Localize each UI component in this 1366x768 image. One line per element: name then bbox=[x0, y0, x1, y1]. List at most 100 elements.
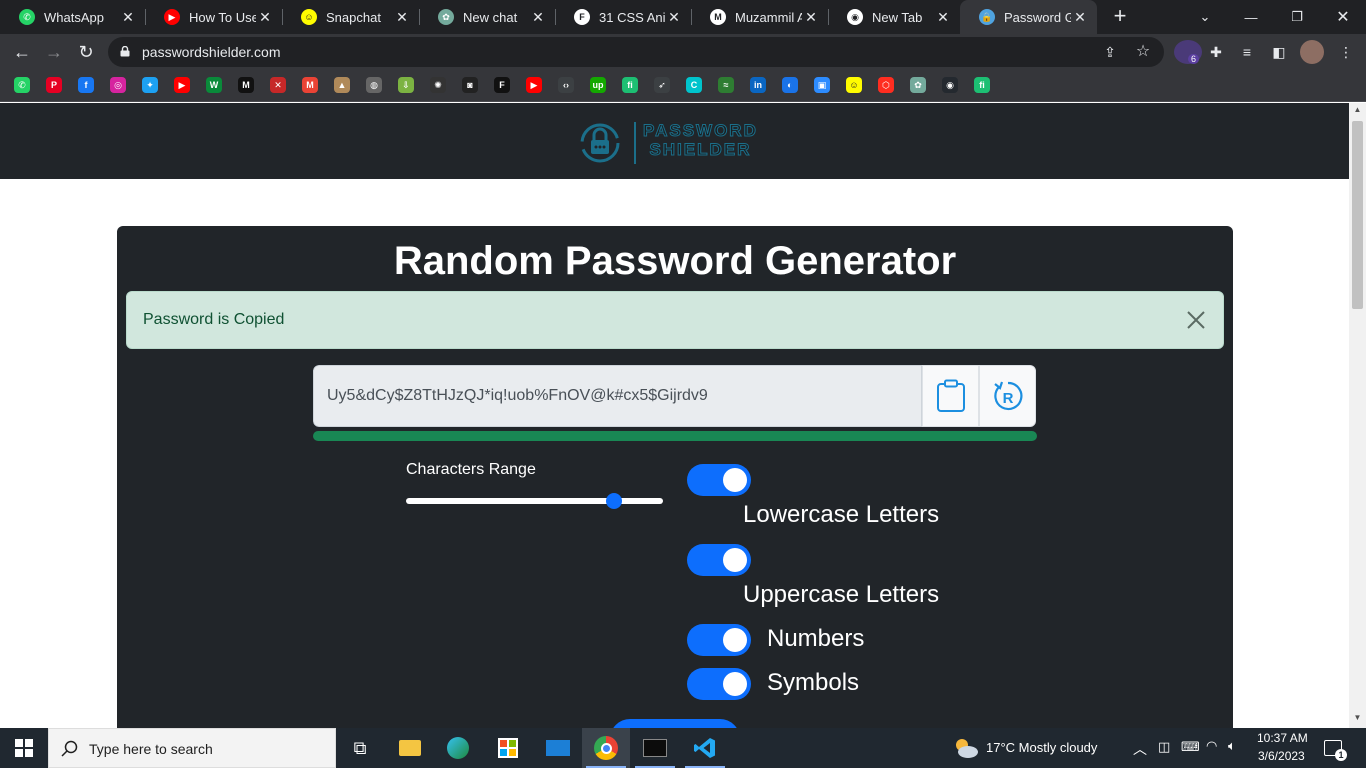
fiverr2-bookmark-icon[interactable]: fi bbox=[974, 77, 990, 93]
extensions-icon[interactable]: ✚ bbox=[1204, 40, 1228, 64]
meet-now-icon[interactable]: ◫ bbox=[1158, 739, 1170, 755]
terminal-icon[interactable] bbox=[631, 728, 679, 768]
f-bookmark-icon[interactable]: F bbox=[494, 77, 510, 93]
instagram-bookmark-icon[interactable]: ◎ bbox=[110, 77, 126, 93]
wheel-bookmark-icon[interactable]: ✺ bbox=[430, 77, 446, 93]
side-panel-icon[interactable]: ◧ bbox=[1267, 40, 1291, 64]
fiverr-bookmark-icon[interactable]: fi bbox=[622, 77, 638, 93]
tab-close-icon[interactable]: ✕ bbox=[256, 9, 274, 26]
tab-search-chevron-icon[interactable]: ⌄ bbox=[1182, 0, 1228, 34]
youtube-bookmark-icon[interactable]: ▶ bbox=[174, 77, 190, 93]
tab[interactable]: ✆ WhatsApp ✕ bbox=[0, 0, 145, 34]
edge-icon[interactable] bbox=[434, 728, 482, 768]
facebook-bookmark-icon[interactable]: f bbox=[78, 77, 94, 93]
taskbar-search-box[interactable]: Type here to search bbox=[48, 728, 336, 768]
input-language-icon[interactable]: ⌨ bbox=[1181, 739, 1200, 755]
characters-range-slider[interactable] bbox=[406, 493, 663, 509]
vscode-icon[interactable] bbox=[681, 728, 729, 768]
code-bookmark-icon[interactable]: ‹› bbox=[558, 77, 574, 93]
share-icon[interactable]: ⇪ bbox=[1100, 42, 1120, 62]
tab-close-icon[interactable]: ✕ bbox=[802, 9, 820, 26]
tab-close-icon[interactable]: ✕ bbox=[665, 9, 683, 26]
bookmark-star-icon[interactable]: ☆ bbox=[1133, 42, 1153, 62]
download-bookmark-icon[interactable]: ⇩ bbox=[398, 77, 414, 93]
canva-bookmark-icon[interactable]: C bbox=[686, 77, 702, 93]
maximize-button[interactable]: ❐ bbox=[1274, 0, 1320, 34]
lock-icon[interactable] bbox=[120, 46, 130, 57]
scrollbar-thumb[interactable] bbox=[1352, 121, 1363, 309]
media-control-icon[interactable]: ≡ bbox=[1235, 40, 1259, 64]
tab-close-icon[interactable]: ✕ bbox=[393, 9, 411, 26]
profile-avatar[interactable] bbox=[1300, 40, 1324, 64]
tab-close-icon[interactable]: ✕ bbox=[934, 9, 952, 26]
range-slider-thumb[interactable] bbox=[606, 493, 622, 509]
symbols-toggle[interactable] bbox=[687, 668, 751, 700]
w-bookmark-icon[interactable]: W bbox=[206, 77, 222, 93]
tab[interactable]: ▶ How To Use F✕ bbox=[145, 0, 282, 34]
upwork-bookmark-icon[interactable]: up bbox=[590, 77, 606, 93]
snapchat-bookmark-icon[interactable]: ☺ bbox=[846, 77, 862, 93]
close-window-button[interactable]: ✕ bbox=[1320, 0, 1366, 34]
pyramid-bookmark-icon[interactable]: ▲ bbox=[334, 77, 350, 93]
numbers-toggle[interactable] bbox=[687, 624, 751, 656]
clock-date[interactable]: 3/6/2023 bbox=[1258, 749, 1305, 763]
notifications-icon[interactable]: 1 bbox=[1313, 728, 1353, 768]
gmail-bookmark-icon[interactable]: M bbox=[302, 77, 318, 93]
twitter-bookmark-icon[interactable]: ✦ bbox=[142, 77, 158, 93]
wifi-icon[interactable]: ◠ bbox=[1206, 738, 1217, 754]
forward-button[interactable]: → bbox=[40, 38, 68, 66]
url-text[interactable]: passwordshielder.com bbox=[142, 44, 281, 60]
mail-icon[interactable] bbox=[534, 728, 582, 768]
m-bookmark-icon[interactable]: M bbox=[238, 77, 254, 93]
tab[interactable]: ◉ New Tab ✕ bbox=[828, 0, 960, 34]
regenerate-button[interactable]: R bbox=[979, 365, 1036, 427]
weather-text[interactable]: 17°C Mostly cloudy bbox=[986, 740, 1097, 755]
store-icon[interactable] bbox=[484, 728, 532, 768]
chrome-taskbar-icon[interactable] bbox=[582, 728, 630, 768]
blue-app-bookmark-icon[interactable]: ◐ bbox=[782, 77, 798, 93]
copy-button[interactable] bbox=[922, 365, 979, 427]
pinterest-bookmark-icon[interactable]: P bbox=[46, 77, 62, 93]
lowercase-toggle[interactable] bbox=[687, 464, 751, 496]
tab[interactable]: ☺ Snapchat ✕ bbox=[282, 0, 419, 34]
tab[interactable]: 🔒 Password Ger✕ bbox=[960, 0, 1097, 34]
generate-button[interactable] bbox=[610, 719, 740, 728]
laravel-bookmark-icon[interactable]: ⬡ bbox=[878, 77, 894, 93]
whatsapp-bookmark-icon[interactable]: ✆ bbox=[14, 77, 30, 93]
tab-close-icon[interactable]: ✕ bbox=[529, 9, 547, 26]
zoom-bookmark-icon[interactable]: ▣ bbox=[814, 77, 830, 93]
site-logo[interactable]: PASSWORD SHIELDER bbox=[579, 120, 759, 166]
tab[interactable]: M Muzammil Ah✕ bbox=[691, 0, 828, 34]
uppercase-toggle[interactable] bbox=[687, 544, 751, 576]
youtube2-bookmark-icon[interactable]: ▶ bbox=[526, 77, 542, 93]
password-field[interactable]: Uy5&dCy$Z8TtHJzQJ*iq!uob%FnOV@k#cx5$Gijr… bbox=[313, 365, 922, 427]
weather-icon[interactable] bbox=[942, 728, 990, 768]
bird-bookmark-icon[interactable]: ➶ bbox=[654, 77, 670, 93]
start-button[interactable] bbox=[0, 728, 48, 768]
tab-close-icon[interactable]: ✕ bbox=[1071, 9, 1089, 26]
show-hidden-icons-chevron-icon[interactable]: ︿ bbox=[1133, 739, 1147, 759]
minimize-button[interactable]: — bbox=[1228, 0, 1274, 34]
figure-bookmark-icon[interactable]: ✕ bbox=[270, 77, 286, 93]
tab[interactable]: ✿ New chat ✕ bbox=[419, 0, 555, 34]
chatgpt-bookmark-icon[interactable]: ✿ bbox=[910, 77, 926, 93]
close-icon[interactable] bbox=[1183, 307, 1209, 333]
clock-time[interactable]: 10:37 AM bbox=[1257, 731, 1308, 745]
linkedin-bookmark-icon[interactable]: in bbox=[750, 77, 766, 93]
scroll-up-arrow-icon[interactable]: ▲ bbox=[1349, 105, 1366, 119]
github-bookmark-icon[interactable]: ◉ bbox=[942, 77, 958, 93]
scroll-down-arrow-icon[interactable]: ▼ bbox=[1349, 713, 1366, 727]
reload-button[interactable]: ↻ bbox=[72, 38, 100, 66]
volume-icon[interactable]: 🔈︎ bbox=[1228, 738, 1236, 754]
tab[interactable]: F 31 CSS Anima✕ bbox=[555, 0, 691, 34]
address-bar[interactable]: passwordshielder.com ⇪ ☆ bbox=[108, 37, 1164, 67]
task-view-icon[interactable]: ⧉ bbox=[336, 728, 384, 768]
extension-puzzle-badge-icon[interactable]: 6 bbox=[1174, 40, 1202, 64]
globe-bookmark-icon[interactable]: ◍ bbox=[366, 77, 382, 93]
back-button[interactable]: ← bbox=[8, 38, 36, 66]
page-scrollbar[interactable]: ▲ ▼ bbox=[1349, 103, 1366, 728]
camera-bookmark-icon[interactable]: ◙ bbox=[462, 77, 478, 93]
tab-close-icon[interactable]: ✕ bbox=[119, 9, 137, 26]
file-explorer-icon[interactable] bbox=[386, 728, 434, 768]
menu-kebab-icon[interactable]: ⋮ bbox=[1334, 40, 1358, 64]
